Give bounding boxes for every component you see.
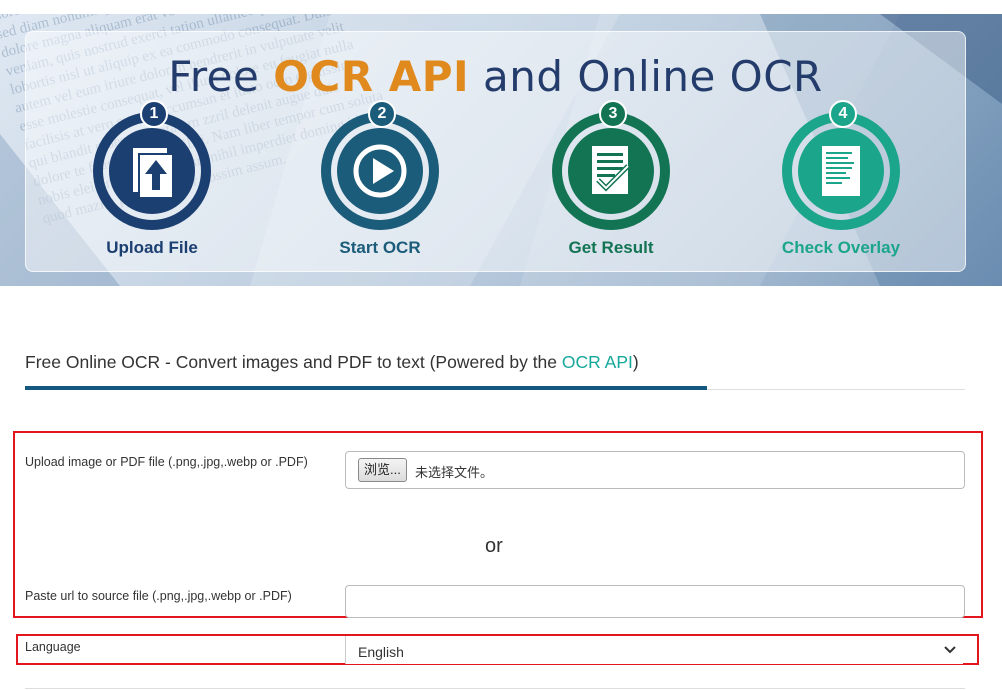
step-label: Get Result	[568, 238, 654, 257]
language-label: Language	[25, 640, 81, 654]
language-selected-value: English	[358, 644, 404, 660]
step-number-badge: 1	[140, 100, 168, 128]
play-icon	[353, 144, 407, 198]
hero-title-accent: OCR API	[273, 52, 470, 101]
step-get-result: 3 Get Result	[531, 100, 691, 258]
hero-banner: Lorem ipsum dolor sit amet, consectetuer…	[0, 14, 1002, 286]
step-start-ocr: 2 Start OCR	[300, 100, 460, 258]
language-select[interactable]: English	[345, 636, 963, 664]
file-status-text: 未选择文件。	[415, 466, 494, 481]
step-number-badge: 2	[368, 100, 396, 128]
url-label: Paste url to source file (.png,.jpg,.web…	[25, 589, 292, 603]
hero-panel: Free OCR API and Online OCR 1 Upload Fil…	[25, 31, 966, 272]
text-overlay-icon	[822, 146, 860, 196]
step-label: Upload File	[106, 238, 198, 257]
file-upload-input[interactable]: 浏览... 未选择文件。	[345, 451, 965, 489]
or-separator: or	[485, 535, 503, 557]
section-title: Free Online OCR - Convert images and PDF…	[25, 352, 639, 372]
browse-button[interactable]: 浏览...	[358, 458, 407, 482]
step-label: Start OCR	[339, 238, 421, 257]
step-check-overlay: 4 Check Overlay	[761, 100, 921, 258]
upload-file-icon	[133, 148, 174, 199]
step-number-badge: 3	[599, 100, 627, 128]
section-active-underline	[25, 386, 707, 390]
step-label: Check Overlay	[781, 238, 901, 257]
bottom-divider	[25, 688, 965, 689]
hero-title: Free OCR API and Online OCR	[168, 52, 823, 101]
document-check-icon	[592, 146, 630, 194]
upload-file-label: Upload image or PDF file (.png,.jpg,.web…	[25, 455, 308, 469]
ocr-api-link[interactable]: OCR API	[562, 352, 633, 372]
step-number-badge: 4	[829, 100, 857, 128]
source-url-input[interactable]	[345, 585, 965, 618]
chevron-down-icon	[944, 646, 956, 654]
step-upload-file: 1 Upload File	[72, 100, 232, 258]
